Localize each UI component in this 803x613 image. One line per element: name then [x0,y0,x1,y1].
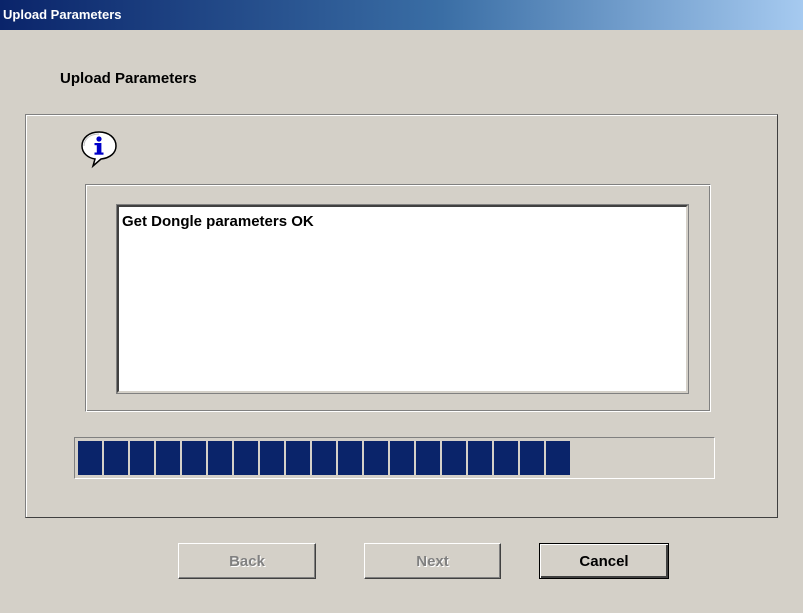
message-box: Get Dongle parameters OK [116,204,689,394]
progress-block [364,441,388,475]
progress-block [338,441,362,475]
back-button[interactable]: Back [178,543,316,579]
progress-block [546,441,570,475]
information-icon [79,129,119,169]
progress-block [208,441,232,475]
cancel-button[interactable]: Cancel [539,543,669,579]
progress-fill [78,441,712,475]
progress-block [78,441,102,475]
title-bar: Upload Parameters [0,0,803,30]
progress-block [442,441,466,475]
next-button[interactable]: Next [364,543,501,579]
progress-block [468,441,492,475]
progress-bar [74,437,715,479]
window-title: Upload Parameters [3,7,122,22]
progress-block [182,441,206,475]
progress-block [130,441,154,475]
status-message: Get Dongle parameters OK [122,213,314,230]
progress-block [286,441,310,475]
progress-block [520,441,544,475]
progress-block [494,441,518,475]
progress-block [260,441,284,475]
progress-block [312,441,336,475]
progress-block [234,441,258,475]
progress-block [104,441,128,475]
page-heading: Upload Parameters [60,70,197,87]
progress-block [156,441,180,475]
progress-block [390,441,414,475]
progress-block [416,441,440,475]
